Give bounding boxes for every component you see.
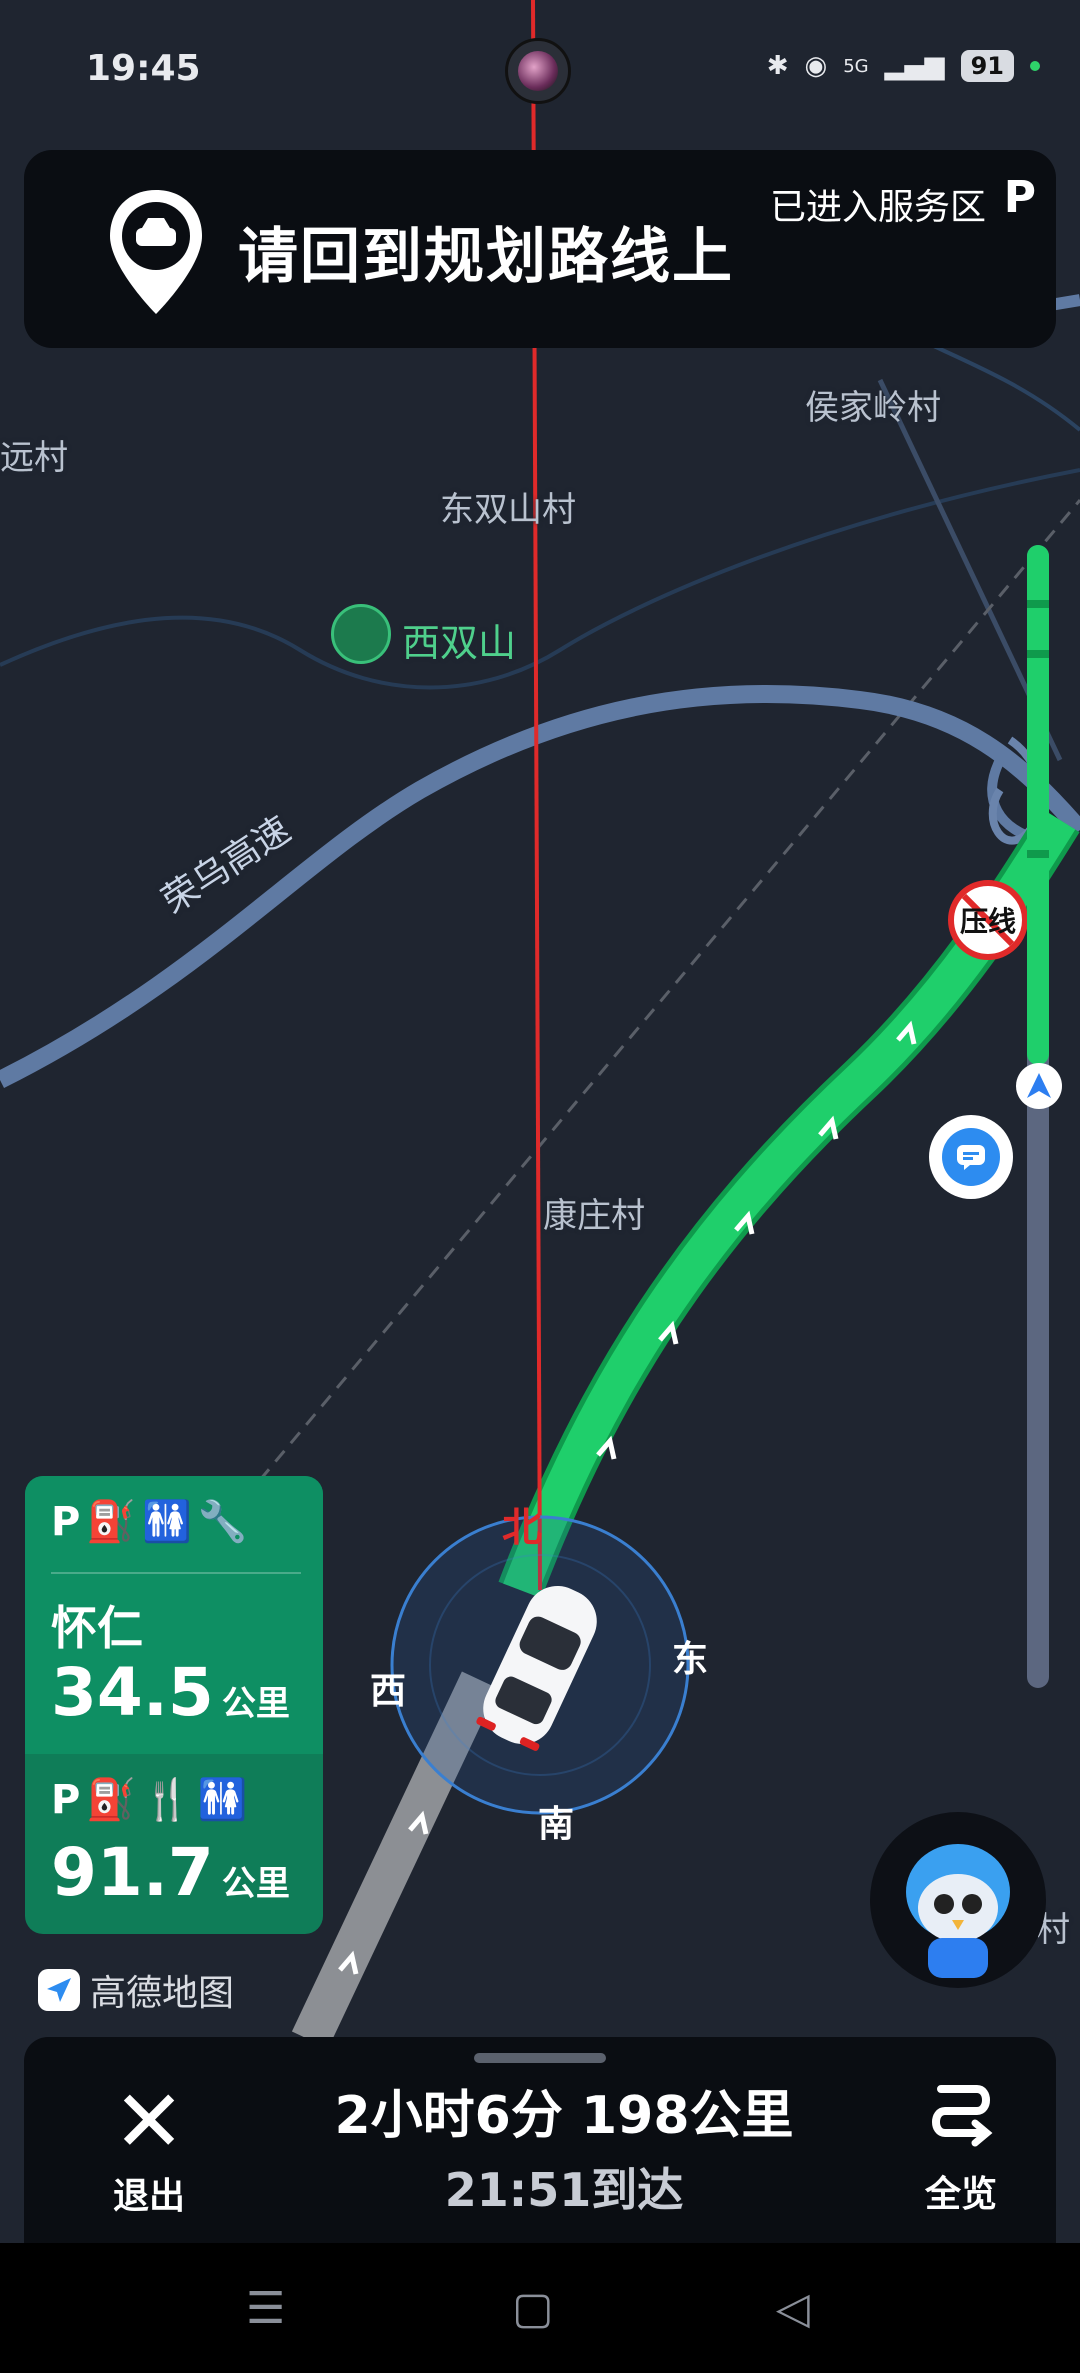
battery-icon: 91 [960,50,1014,82]
voice-assistant-mascot[interactable] [870,1812,1046,1988]
camera-notch [505,38,571,104]
map-label-dongshuangshan: 东双山村 [440,490,576,530]
distance-unit: 公里 [221,1684,290,1724]
status-bar: 19:45 ✱ ◉ 5G ▂▄▆ 91 [0,0,1080,140]
map-label-xishuangshan[interactable]: 西双山 [402,612,516,667]
no-lane-change-sign: 压线 [948,880,1028,960]
service-area-status: 已进入服务区 [769,187,986,228]
distance-unit-2: 公里 [221,1864,290,1904]
overview-button[interactable]: 全览 [896,2079,1026,2219]
gaode-logo: 高德地图 [38,1964,234,2016]
service-area-distance-2: 91.7 公里 [51,1834,290,1911]
mascot-icon [906,1844,1010,1978]
distance-value-2: 91.7 [51,1834,214,1911]
exit-label: 退出 [112,2176,185,2217]
route-overview-icon [932,2085,993,2147]
signal-icon: ▂▄▆ [884,51,945,81]
compass-north: 北 [502,1505,542,1551]
location-icon: ◉ [804,51,828,81]
map-canvas[interactable] [0,0,1080,2373]
no-lane-change-text: 压线 [959,905,1016,938]
service-area-card[interactable]: P⛽🚻🔧 怀仁 34.5 公里 P⛽🍴🚻 91.7 公里 [25,1476,323,1934]
compass-south: 南 [538,1804,575,1845]
current-location-icon[interactable] [1016,1063,1062,1109]
exit-button[interactable]: ✕ 退出 [84,2079,214,2219]
overview-label: 全览 [924,2174,997,2215]
gaode-logo-text: 高德地图 [90,1973,235,2014]
trip-summary[interactable]: 2小时6分 198公里 21:51到达 [224,2073,904,2220]
parking-icon: P [1003,172,1036,223]
navigation-arrow-icon [1027,1073,1051,1098]
compass-west: 西 [370,1671,407,1712]
navigation-bottom-panel[interactable]: ✕ 退出 2小时6分 198公里 21:51到达 全览 [24,2037,1056,2243]
banner-message: 请回到规划路线上 [238,222,734,292]
distance-value: 34.5 [51,1654,214,1731]
service-area-name: 怀仁 [51,1601,143,1655]
close-icon: ✕ [112,2072,186,2172]
chat-icon [942,1128,1000,1186]
home-icon[interactable]: ▢ [512,2283,554,2334]
arrival-time: 21:51到达 [444,2163,684,2217]
progress-marker [1027,850,1049,858]
progress-marker [1027,600,1049,608]
back-icon[interactable]: ◁ [776,2283,810,2334]
status-time: 19:45 [86,48,201,89]
status-icons: ✱ ◉ 5G ▂▄▆ 91 [767,50,1040,82]
service-facility-icons: P⛽🚻🔧 [51,1499,254,1545]
service-area-distance: 34.5 公里 [51,1654,290,1731]
compass-east: 东 [672,1639,709,1680]
service-facility-icons-2: P⛽🍴🚻 [51,1777,254,1823]
bluetooth-icon: ✱ [766,51,789,81]
map-label-kangzhuang: 康庄村 [543,1196,645,1236]
reroute-banner[interactable]: 请回到规划路线上 已进入服务区 P [24,150,1056,348]
active-dot [1030,61,1040,71]
signal-label: 5G [843,55,869,77]
panel-drag-handle[interactable] [474,2053,606,2063]
map-label-village-left: 远村 [0,438,68,478]
gaode-logo-icon [38,1969,80,2011]
card-divider [51,1572,301,1574]
route-progress-remaining [1027,545,1049,1065]
mountain-icon[interactable] [331,604,391,664]
report-message-button[interactable] [929,1115,1013,1199]
car-pin-icon [110,190,202,314]
menu-icon[interactable]: ☰ [246,2283,285,2334]
duration-distance: 2小时6分 198公里 [334,2086,794,2146]
system-navigation-bar: ☰ ▢ ◁ [0,2243,1080,2373]
progress-marker [1027,650,1049,658]
map-label-houjialing: 侯家岭村 [805,388,941,428]
